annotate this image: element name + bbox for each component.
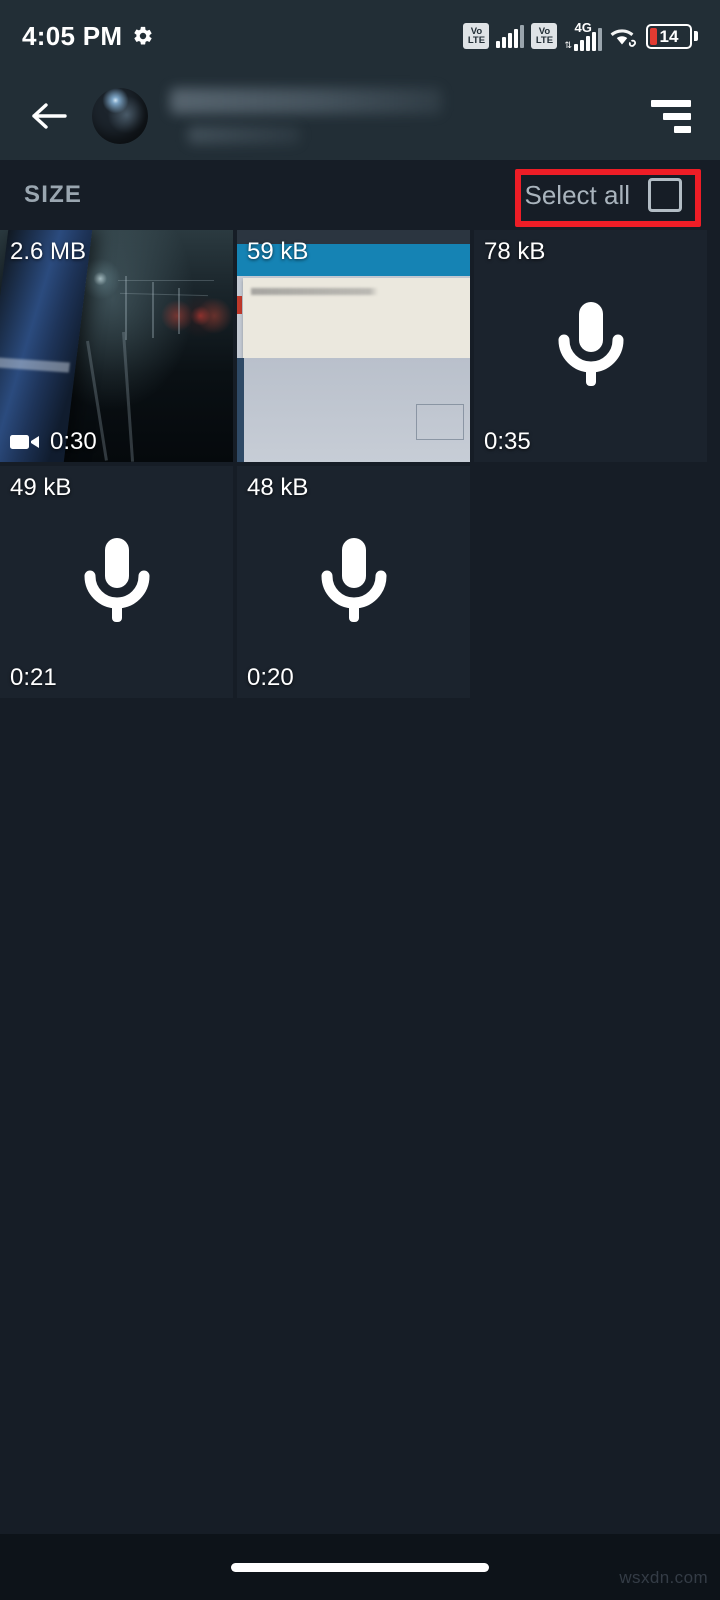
media-duration-row: 0:35	[484, 428, 531, 456]
back-arrow-icon	[32, 103, 67, 129]
volte2-bottom-text: LTE	[535, 35, 554, 46]
battery-icon: 14	[646, 23, 698, 49]
media-duration-row: 0:20	[247, 664, 294, 692]
select-all-checkbox[interactable]	[648, 178, 682, 212]
signal-sim2-bars	[574, 27, 602, 51]
status-bar: 4:05 PM Vo LTE Vo LTE 4G ⇅ 14	[0, 0, 720, 72]
volte-sim2-icon: Vo LTE	[531, 23, 558, 49]
data-arrows-icon: ⇅	[564, 40, 572, 50]
media-size-label: 2.6 MB	[10, 238, 87, 265]
home-indicator[interactable]	[231, 1562, 489, 1572]
microphone-icon	[321, 538, 386, 622]
avatar[interactable]	[92, 88, 148, 144]
media-grid: 2.6 MB 0:30 59 kB 78 kB 0:35 49 kB 0:21 …	[0, 230, 720, 698]
media-tile-video[interactable]: 2.6 MB 0:30	[0, 230, 233, 462]
navigation-bar	[0, 1534, 720, 1600]
app-bar-titles	[170, 88, 644, 144]
volte-bottom-text: LTE	[467, 35, 486, 46]
microphone-icon	[558, 302, 623, 386]
sort-icon	[651, 99, 691, 133]
media-tile-audio[interactable]: 49 kB 0:21	[0, 466, 233, 698]
media-tile-image[interactable]: 59 kB	[237, 230, 470, 462]
sort-button[interactable]	[644, 89, 698, 143]
section-header: SIZE Select all	[0, 160, 720, 230]
select-all-label: Select all	[524, 179, 631, 210]
media-duration-label: 0:30	[50, 428, 97, 455]
status-bar-left: 4:05 PM	[22, 21, 154, 52]
media-size-label: 78 kB	[484, 238, 546, 265]
app-bar	[0, 72, 720, 160]
media-duration-row: 0:21	[10, 664, 57, 692]
back-button[interactable]	[22, 89, 76, 143]
video-camera-icon	[10, 435, 39, 449]
page-subtitle	[188, 126, 300, 144]
media-duration-label: 0:21	[10, 664, 57, 691]
gear-icon	[134, 26, 152, 45]
volte-sim1-icon: Vo LTE	[463, 23, 490, 49]
media-duration-label: 0:35	[484, 428, 531, 455]
size-column-label: SIZE	[24, 181, 83, 208]
media-tile-audio[interactable]: 48 kB 0:20	[237, 466, 470, 698]
select-all-button[interactable]: Select all	[507, 172, 697, 218]
media-duration-row: 0:30	[10, 428, 97, 456]
status-bar-right: Vo LTE Vo LTE 4G ⇅ 14	[463, 21, 698, 51]
clock: 4:05 PM	[22, 20, 123, 51]
media-size-label: 48 kB	[247, 474, 309, 501]
battery-percent-label: 14	[659, 26, 679, 46]
watermark: wsxdn.com	[619, 1568, 708, 1587]
phone-screen: 4:05 PM Vo LTE Vo LTE 4G ⇅ 14 SIZE Selec…	[0, 0, 720, 1600]
wifi-icon	[610, 29, 636, 47]
media-size-label: 49 kB	[10, 474, 72, 501]
microphone-icon	[84, 538, 149, 622]
page-title	[170, 88, 442, 114]
signal-sim2-icon: ⇅	[564, 28, 602, 51]
signal-sim1-icon	[496, 24, 525, 48]
media-size-label: 59 kB	[247, 238, 309, 265]
mobile-data-icon: 4G ⇅	[564, 21, 602, 51]
media-duration-label: 0:20	[247, 664, 294, 691]
media-tile-audio[interactable]: 78 kB 0:35	[474, 230, 707, 462]
